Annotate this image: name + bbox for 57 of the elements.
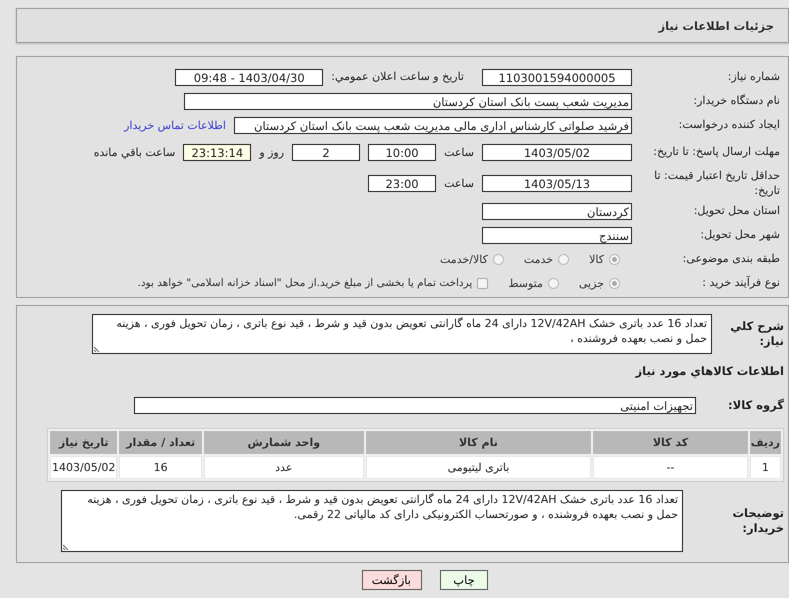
input-field[interactable]: 1403/05/02 (482, 144, 632, 161)
print-button[interactable]: چاپ (440, 570, 488, 590)
table-cell: 16 (119, 456, 202, 479)
table-cell: -- (593, 456, 748, 479)
field-label: تاریخ و ساعت اعلان عمومي: (331, 70, 464, 84)
treasury-checkbox[interactable]: پرداخت تمام یا بخشی از مبلغ خرید.از محل "اسناد خزانه اسلامی" خواهد بود. (138, 277, 488, 289)
radio-option[interactable]: جزیی (578, 276, 620, 290)
days-label: روز و (259, 146, 284, 159)
input-field[interactable]: 1103001594000005 (482, 68, 632, 86)
field-label: مهلت ارسال پاسخ: تا تاریخ: (652, 145, 780, 160)
input-field[interactable]: 23:00 (368, 175, 436, 192)
time-label: ساعت (444, 146, 474, 159)
input-field[interactable]: سنندج (482, 226, 632, 244)
input-field[interactable]: 10:00 (368, 144, 436, 161)
time-label: ساعت (444, 177, 474, 190)
table-cell: باتری لیتیومی (366, 456, 592, 479)
field-label: شماره نیاز: (726, 70, 780, 84)
column-header: تعداد / مقدار (119, 430, 202, 454)
contact-link[interactable]: اطلاعات تماس خریدار (124, 118, 226, 132)
column-header: واحد شمارش (204, 430, 364, 454)
table-cell: عدد (204, 456, 364, 479)
field-label: توضیحات خریدار: (732, 506, 784, 536)
notes-field[interactable]: تعداد 16 عدد باتری خشک 12V/42AH دارای 24 ماه گارانتی تعویض بدون قید و شرط ، قید نوع باتری ، زمان تحویل فوری ، هزینه حمل و نصب بعهده فروشنده ، و صورتحساب الکترونیکی دارای کد مالیاتی 22 رقمی. (61, 490, 683, 552)
input-field[interactable]: 1403/05/13 (482, 175, 632, 192)
input-field[interactable]: تجهیزات امنیتی (134, 397, 696, 414)
column-header: ردیف (750, 430, 781, 454)
field-label: طبقه بندی موضوعی: (682, 252, 780, 266)
back-button[interactable]: بازگشت (362, 570, 422, 590)
radio-option[interactable]: کالا/خدمت (440, 252, 504, 266)
radio-option[interactable]: متوسط (508, 276, 559, 290)
description-field[interactable]: تعداد 16 عدد باتری خشک 12V/42AH دارای 24 ماه گارانتی تعویض بدون قید و شرط ، قید نوع باتری ، زمان تحویل فوری ، هزینه حمل و نصب بعهده فروشنده ، (92, 314, 712, 354)
table-cell: 1403/05/02 (50, 456, 118, 479)
radio-option[interactable]: کالا (589, 252, 620, 266)
page-title: جزئیات اطلاعات نیاز (658, 18, 774, 32)
column-header: کد کالا (593, 430, 748, 454)
field-label: شهر محل تحویل: (699, 228, 780, 242)
column-header: نام کالا (366, 430, 592, 454)
field-label: ایجاد کننده درخواست: (678, 118, 780, 132)
field-label: استان محل تحویل: (692, 204, 780, 218)
resize-grip-icon[interactable] (94, 344, 102, 352)
input-field[interactable]: فرشید صلواتی کارشناس اداری مالی مدیریت شعب پست بانک استان کردستان (234, 116, 632, 134)
input-field[interactable]: کردستان (482, 202, 632, 220)
table-cell: 1 (750, 456, 781, 479)
field-label: نام دستگاه خریدار: (692, 94, 780, 108)
field-label: گروه کالا: (727, 398, 784, 414)
column-header: تاریخ نیاز (50, 430, 118, 454)
field-label: حداقل تاریخ اعتبار قیمت: تا تاریخ: (653, 169, 780, 198)
radio-option[interactable]: خدمت (524, 252, 570, 266)
field-label: نوع فرآیند خرید : (701, 276, 780, 290)
input-field[interactable]: 23:13:14 (183, 144, 252, 161)
input-field[interactable]: 1403/04/30 - 09:48 (175, 68, 324, 86)
field-label: شرح کلي نیاز: (729, 318, 784, 349)
input-field[interactable]: مدیریت شعب پست بانک استان کردستان (184, 92, 632, 110)
section-title: اطلاعات کالاهاي مورد نیاز (634, 364, 784, 378)
resize-grip-icon[interactable] (63, 542, 71, 550)
input-field[interactable]: 2 (292, 144, 360, 161)
remaining-label: ساعت باقي مانده (94, 146, 176, 159)
